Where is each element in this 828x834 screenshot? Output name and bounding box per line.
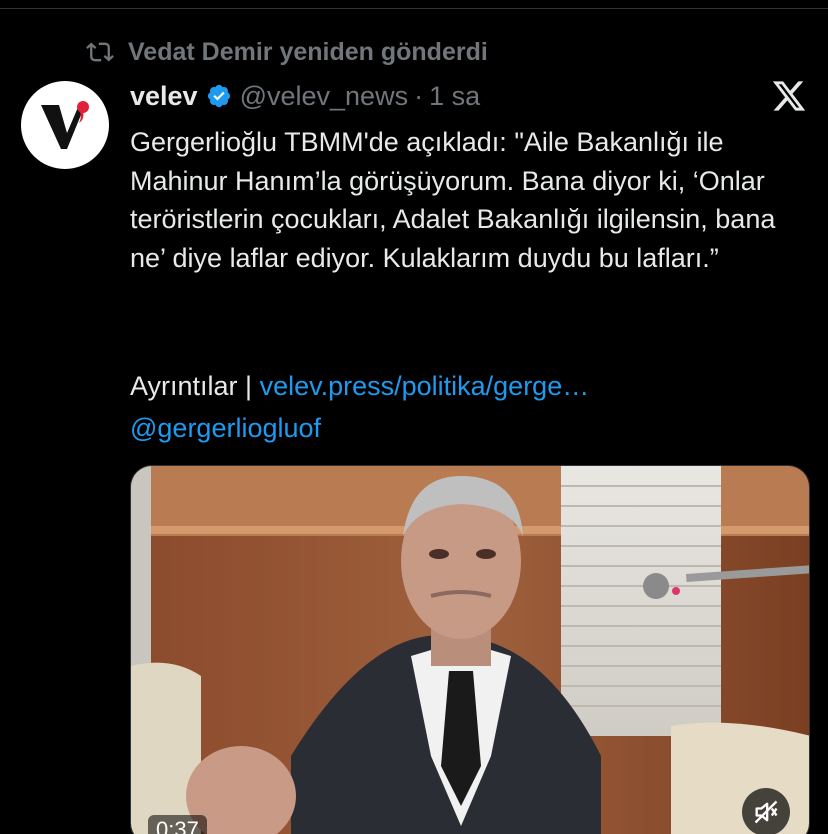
display-name[interactable]: velev xyxy=(130,81,198,112)
mute-button[interactable] xyxy=(742,788,790,834)
velev-logo-icon xyxy=(41,101,89,149)
muted-speaker-icon xyxy=(754,800,778,824)
details-line: Ayrıntılar | velev.press/politika/gerge… xyxy=(130,367,589,405)
tweet-header: velev @velev_news · 1 sa xyxy=(130,76,480,116)
repost-indicator[interactable]: Vedat Demir yeniden gönderdi xyxy=(86,34,488,70)
tweet-text: Gergerlioğlu TBMM'de açıkladı: "Aile Bak… xyxy=(130,127,776,273)
verified-badge-icon xyxy=(207,84,230,108)
timestamp[interactable]: 1 sa xyxy=(429,81,480,112)
mention-link[interactable]: @gergerliogluof xyxy=(130,409,321,447)
separator-dot: · xyxy=(414,80,424,111)
video-frame xyxy=(131,466,809,834)
video-duration: 0:37 xyxy=(148,815,207,834)
x-logo-icon[interactable] xyxy=(770,78,808,114)
handle[interactable]: @velev_news xyxy=(240,81,409,112)
repost-label: Vedat Demir yeniden gönderdi xyxy=(128,37,488,66)
avatar[interactable] xyxy=(21,81,109,169)
divider xyxy=(0,8,828,9)
details-prefix: Ayrıntılar | xyxy=(130,371,260,401)
repost-icon xyxy=(86,42,114,62)
video-player[interactable] xyxy=(130,465,810,834)
article-link[interactable]: velev.press/politika/gerge… xyxy=(260,371,590,401)
